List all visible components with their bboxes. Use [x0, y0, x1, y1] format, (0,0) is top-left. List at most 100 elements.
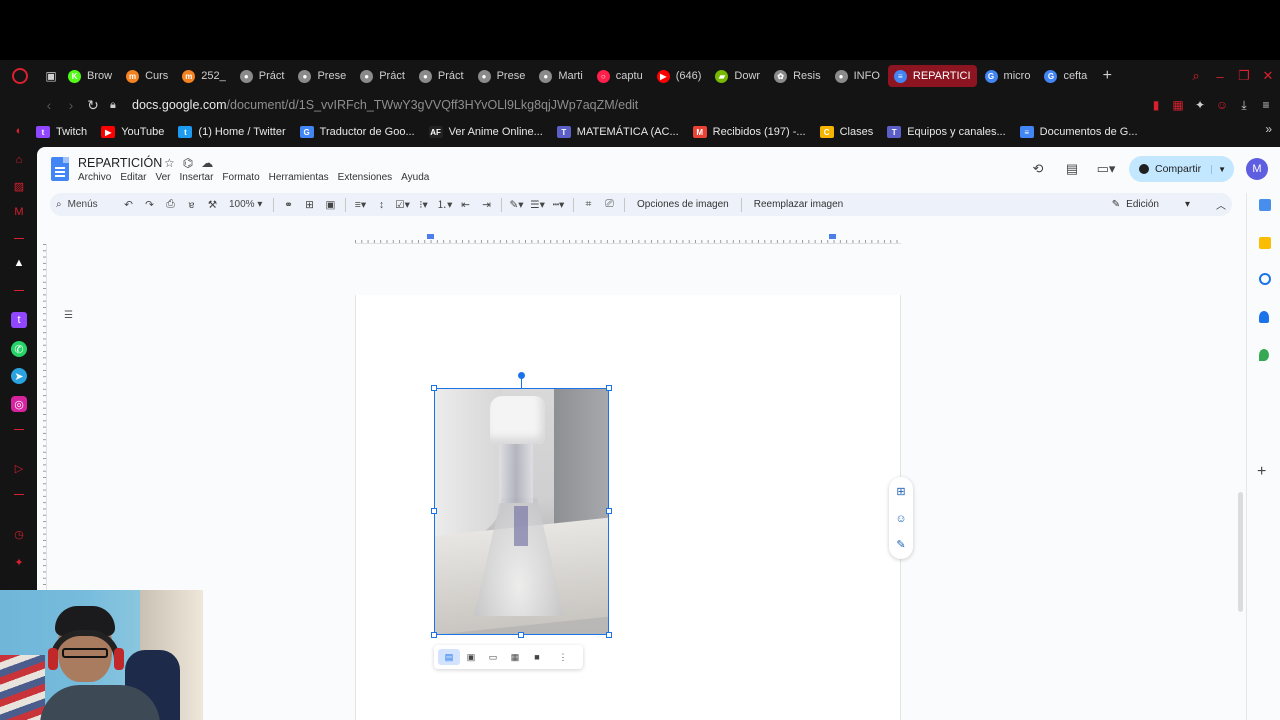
numbered-list-icon[interactable]: ⒈▾ [434, 197, 455, 212]
insert-link-icon[interactable]: ⚭ [278, 199, 299, 211]
document-title[interactable]: REPARTICIÓN [78, 156, 162, 170]
browser-tab[interactable]: ● INFO [829, 65, 886, 87]
break-text-icon[interactable]: ▭ [482, 649, 504, 665]
contacts-icon[interactable] [1259, 311, 1269, 323]
extensions-puzzle-icon[interactable]: ✦ [1192, 98, 1208, 112]
bookmark-item[interactable]: ≡ Documentos de G... [1019, 126, 1138, 138]
wrap-text-icon[interactable]: ▣ [460, 649, 482, 665]
border-color-icon[interactable]: ✎▾ [506, 199, 527, 211]
tasks-icon[interactable] [1259, 273, 1271, 285]
menu-item[interactable]: Ayuda [401, 172, 429, 183]
menu-item[interactable]: Formato [222, 172, 259, 183]
bookmark-item[interactable]: C Clases [819, 126, 873, 138]
more-options-icon[interactable]: ⋮ [554, 649, 572, 665]
search-tabs-icon[interactable]: ⌕ [1184, 68, 1208, 84]
spellcheck-icon[interactable]: ɐ [181, 199, 202, 211]
easy-setup-icon[interactable]: ≡ [1258, 98, 1274, 112]
share-button[interactable]: Compartir ▼ [1128, 156, 1234, 182]
bookmark-item[interactable]: t Twitch [36, 126, 87, 138]
sidebar-twitch-icon[interactable]: t [11, 312, 27, 328]
menu-item[interactable]: Herramientas [269, 172, 329, 183]
paint-format-icon[interactable]: ⚒ [202, 199, 223, 211]
new-tab-button[interactable]: + [1095, 67, 1119, 85]
sidebar-extensions-icon[interactable]: ✦ [11, 554, 27, 570]
extension-icon[interactable]: ▦ [1170, 98, 1186, 112]
add-emoji-icon[interactable]: ☺ [894, 512, 908, 526]
avatar[interactable]: M [1246, 158, 1268, 180]
rotate-handle[interactable] [518, 372, 525, 379]
resize-handle-bottom-right[interactable] [606, 632, 612, 638]
indent-marker[interactable] [427, 234, 434, 239]
menu-item[interactable]: Archivo [78, 172, 111, 183]
browser-tab[interactable]: ● Prese [292, 65, 352, 87]
sidebar-whatsapp-icon[interactable]: ✆ [11, 341, 27, 357]
increase-indent-icon[interactable]: ⇥ [476, 199, 497, 211]
reset-image-icon[interactable]: ⎚ [599, 198, 620, 211]
minimize-icon[interactable]: – [1208, 69, 1232, 84]
docs-logo-icon[interactable] [51, 157, 69, 181]
bookmark-item[interactable]: AF Ver Anime Online... [428, 126, 543, 138]
editing-mode-select[interactable]: Edición [1126, 199, 1159, 210]
maximize-icon[interactable]: ❐ [1232, 68, 1256, 84]
browser-tab[interactable]: m Curs [120, 65, 174, 87]
workspaces-icon[interactable]: ▣ [40, 69, 62, 83]
close-icon[interactable]: ✕ [1256, 68, 1280, 84]
decrease-indent-icon[interactable]: ⇤ [455, 199, 476, 211]
browser-tab[interactable]: Gmicro [979, 65, 1037, 87]
print-icon[interactable]: ⎙ [160, 198, 181, 211]
insert-image-icon[interactable]: ▣ [320, 199, 341, 211]
bookmark-item[interactable]: t (1) Home / Twitter [178, 126, 286, 138]
sidebar-history-icon[interactable]: ◷ [11, 526, 27, 542]
browser-tab[interactable]: Gcefta [1038, 65, 1093, 87]
browser-tab[interactable]: ● Marti [533, 65, 588, 87]
align-icon[interactable]: ≡▾ [350, 199, 371, 211]
sidebar-instagram-icon[interactable]: ◎ [11, 396, 27, 412]
opera-logo-icon[interactable] [0, 60, 40, 92]
menu-item[interactable]: Insertar [180, 172, 214, 183]
redo-icon[interactable]: ↷ [139, 199, 160, 211]
zoom-select[interactable]: 100% ▾ [223, 199, 269, 210]
browser-tab[interactable]: K Brow [62, 65, 118, 87]
right-indent-marker[interactable] [829, 234, 836, 239]
sidebar-flow-icon[interactable]: ▨ [11, 178, 27, 194]
crop-icon[interactable]: ⌗ [578, 198, 599, 211]
forward-icon[interactable]: › [60, 97, 82, 113]
browser-tab[interactable]: ○ captu [591, 65, 649, 87]
profile-icon[interactable]: ☺ [1214, 98, 1230, 112]
resize-handle-bottom[interactable] [518, 632, 524, 638]
sidebar-ai-icon[interactable]: ▲ [11, 255, 27, 271]
keep-icon[interactable] [1259, 237, 1271, 249]
browser-tab[interactable]: m 252_ [176, 65, 231, 87]
maps-icon[interactable] [1259, 349, 1269, 361]
browser-tab[interactable]: ● Prese [472, 65, 532, 87]
vertical-scrollbar[interactable] [1238, 492, 1243, 612]
add-comment-icon[interactable]: ⊞ [299, 199, 320, 211]
document-page[interactable]: ▤ ▣ ▭ ▦ ■ ⋮ [355, 295, 901, 720]
version-history-icon[interactable]: ⟲ [1027, 161, 1049, 177]
star-icon[interactable]: ☆ [164, 156, 175, 170]
undo-icon[interactable]: ↶ [118, 199, 139, 211]
browser-tab[interactable]: ● Práct [413, 65, 470, 87]
border-weight-icon[interactable]: ☰▾ [527, 199, 548, 211]
browser-tab[interactable]: ▰ Dowr [709, 65, 766, 87]
horizontal-ruler[interactable] [355, 234, 901, 244]
line-spacing-icon[interactable]: ↕ [371, 199, 392, 211]
inline-wrap-icon[interactable]: ▤ [438, 649, 460, 665]
bookmark-item[interactable]: G Traductor de Goo... [299, 126, 415, 138]
menu-item[interactable]: Ver [155, 172, 170, 183]
download-icon[interactable]: ⤓ [1236, 98, 1252, 113]
document-outline-icon[interactable]: ☰ [64, 310, 78, 322]
in-front-of-text-icon[interactable]: ■ [526, 649, 548, 665]
back-icon[interactable]: ‹ [38, 97, 60, 113]
browser-tab[interactable]: ● Práct [234, 65, 291, 87]
sidebar-aria-icon[interactable]: ◐ [11, 123, 27, 139]
reload-icon[interactable]: ↻ [82, 97, 104, 114]
bookmarks-more-icon[interactable]: » [1265, 122, 1272, 136]
vpn-icon[interactable]: ▮ [1148, 98, 1164, 112]
bookmark-item[interactable]: T MATEMÁTICA (AC... [556, 126, 679, 138]
bookmark-item[interactable]: T Equipos y canales... [887, 126, 1006, 138]
mode-dropdown-icon[interactable]: ▾ [1185, 199, 1190, 210]
resize-handle-left[interactable] [431, 508, 437, 514]
calendar-icon[interactable] [1259, 199, 1271, 211]
behind-text-icon[interactable]: ▦ [504, 649, 526, 665]
